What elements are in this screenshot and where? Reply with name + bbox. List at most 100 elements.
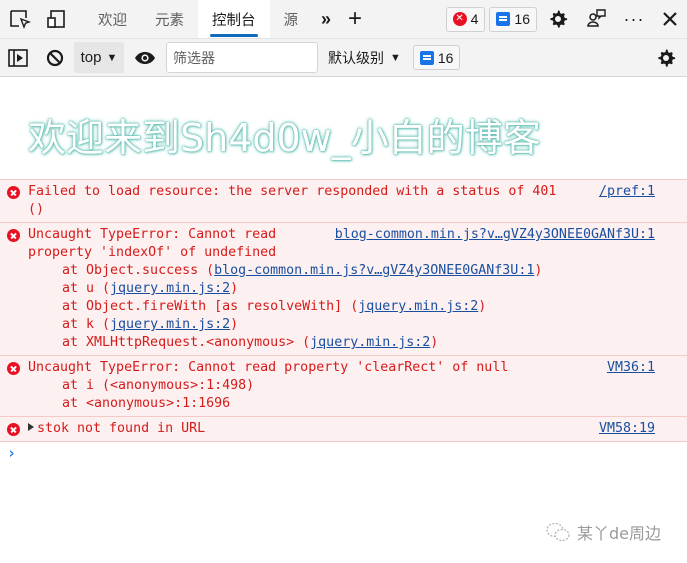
gear-icon <box>658 49 676 67</box>
device-emulation-icon <box>47 10 65 28</box>
frame-text: at k ( <box>62 317 111 332</box>
frame-link[interactable]: jquery.min.js:2 <box>110 281 230 296</box>
frame-text: at XMLHttpRequest.<anonymous> ( <box>62 335 311 350</box>
chevron-double-right-icon: » <box>320 8 331 29</box>
gear-icon <box>550 10 568 28</box>
error-message: Failed to load resource: the server resp… <box>28 184 557 199</box>
source-link[interactable]: blog-common.min.js?v…gVZ4y3ONEE0GANf3U:1 <box>335 226 655 244</box>
console-prompt[interactable]: › <box>0 441 687 465</box>
log-levels-label: 默认级别 <box>328 49 384 66</box>
sidebar-toggle-icon <box>8 48 28 67</box>
tab-label: 元素 <box>155 12 184 29</box>
inspect-element-icon <box>10 10 31 29</box>
error-icon: ✕ <box>452 12 467 26</box>
add-tab-button[interactable]: + <box>340 0 370 38</box>
error-icon <box>7 362 20 375</box>
tab-label: 控制台 <box>212 12 256 29</box>
frame-text: at Object.fireWith [as resolveWith] ( <box>62 299 359 314</box>
frame-link[interactable]: jquery.min.js:2 <box>110 317 230 332</box>
toggle-sidebar-button[interactable] <box>0 39 36 76</box>
feedback-icon <box>587 9 606 27</box>
frame-text: at Object.success ( <box>62 263 215 278</box>
prompt-chevron-icon: › <box>7 444 17 462</box>
error-icon <box>7 186 20 199</box>
device-emulation-button[interactable] <box>38 0 74 38</box>
message-icon <box>496 12 511 26</box>
stack-frame: at u (jquery.min.js:2) <box>62 280 657 298</box>
message-icon <box>419 50 434 65</box>
plus-icon: + <box>347 5 362 32</box>
frame-text: ) <box>534 263 543 278</box>
watermark: 某丫de周边 <box>545 520 661 544</box>
error-count-button[interactable]: ✕ 4 <box>445 6 486 32</box>
frame-link[interactable]: jquery.min.js:2 <box>358 299 478 314</box>
frame-text: at u ( <box>62 281 111 296</box>
caret-down-icon: ▼ <box>390 51 401 64</box>
stack-trace: at Object.success (blog-common.min.js?v…… <box>28 262 657 352</box>
source-link[interactable]: VM36:1 <box>607 359 655 377</box>
console-settings-button[interactable] <box>645 39 687 76</box>
error-message-continued: property 'indexOf' of undefined <box>28 245 277 260</box>
frame-text: ) <box>230 281 239 296</box>
issues-count: 16 <box>437 49 454 66</box>
error-count: 4 <box>470 11 479 27</box>
console-error-row: Uncaught TypeError: Cannot read property… <box>0 222 687 355</box>
tab-console[interactable]: 控制台 <box>198 0 270 38</box>
banner-text: 欢迎来到Sh4d0w_小白的博客 <box>28 115 541 160</box>
console-toolbar: top ▼ 默认级别 ▼ 16 <box>0 38 687 77</box>
frame-text: ) <box>478 299 487 314</box>
tab-label: 源 <box>283 12 299 29</box>
error-message: Uncaught TypeError: Cannot read property… <box>28 360 509 375</box>
inspect-element-button[interactable] <box>2 0 38 38</box>
caret-down-icon: ▼ <box>106 51 118 64</box>
message-count: 16 <box>514 11 530 27</box>
close-devtools-button[interactable] <box>653 0 687 38</box>
error-message-continued: () <box>28 202 45 217</box>
stack-frame: at k (jquery.min.js:2) <box>62 316 657 334</box>
stack-frame: at Object.fireWith [as resolveWith] (jqu… <box>62 298 657 316</box>
issues-button[interactable]: 16 <box>412 45 461 70</box>
more-options-button[interactable]: ··· <box>615 0 653 38</box>
stack-frame: at Object.success (blog-common.min.js?v…… <box>62 262 657 280</box>
feedback-button[interactable] <box>579 0 615 38</box>
stack-frame: at <anonymous>:1:1696 <box>62 396 231 411</box>
tab-label: 欢迎 <box>98 12 127 29</box>
source-link[interactable]: /pref:1 <box>599 183 655 201</box>
tab-welcome[interactable]: 欢迎 <box>84 0 141 38</box>
close-icon <box>663 12 677 26</box>
more-tabs-button[interactable]: » <box>312 0 340 38</box>
tab-elements[interactable]: 元素 <box>141 0 198 38</box>
tab-sources[interactable]: 源 <box>270 0 313 38</box>
error-icon <box>7 423 20 436</box>
devtools-tabbar: 欢迎 元素 控制台 源 » + ✕ 4 16 ··· <box>0 0 687 38</box>
error-message: stok not found in URL <box>37 421 206 436</box>
log-levels-dropdown[interactable]: 默认级别 ▼ <box>328 48 401 68</box>
console-messages: Failed to load resource: the server resp… <box>0 179 687 465</box>
expand-triangle-icon[interactable] <box>28 423 34 431</box>
console-error-row: stok not found in URL VM58:19 <box>0 416 687 441</box>
console-error-row: Failed to load resource: the server resp… <box>0 179 687 222</box>
clear-icon <box>46 49 64 66</box>
context-selector[interactable]: top ▼ <box>74 42 124 73</box>
clear-console-button[interactable] <box>36 39 74 76</box>
console-error-row: Uncaught TypeError: Cannot read property… <box>0 355 687 416</box>
ellipsis-icon: ··· <box>623 8 645 29</box>
error-icon <box>7 229 20 242</box>
source-link[interactable]: VM58:19 <box>599 420 655 438</box>
live-expression-button[interactable] <box>124 39 166 76</box>
message-count-button[interactable]: 16 <box>489 6 537 32</box>
frame-link[interactable]: jquery.min.js:2 <box>310 335 430 350</box>
eye-icon <box>135 51 155 64</box>
wechat-icon <box>546 522 570 542</box>
watermark-text: 某丫de周边 <box>577 524 662 543</box>
filter-input[interactable] <box>166 42 318 73</box>
context-value: top <box>80 49 102 66</box>
frame-text: ) <box>230 317 239 332</box>
stack-frame: at i (<anonymous>:1:498) <box>62 378 255 393</box>
stack-frame: at XMLHttpRequest.<anonymous> (jquery.mi… <box>62 334 657 352</box>
settings-button[interactable] <box>537 0 579 38</box>
console-banner: 欢迎来到Sh4d0w_小白的博客 <box>0 108 687 160</box>
frame-text: ) <box>430 335 439 350</box>
stack-trace: at i (<anonymous>:1:498) at <anonymous>:… <box>28 377 657 413</box>
frame-link[interactable]: blog-common.min.js?v…gVZ4y3ONEE0GANf3U:1 <box>214 263 534 278</box>
